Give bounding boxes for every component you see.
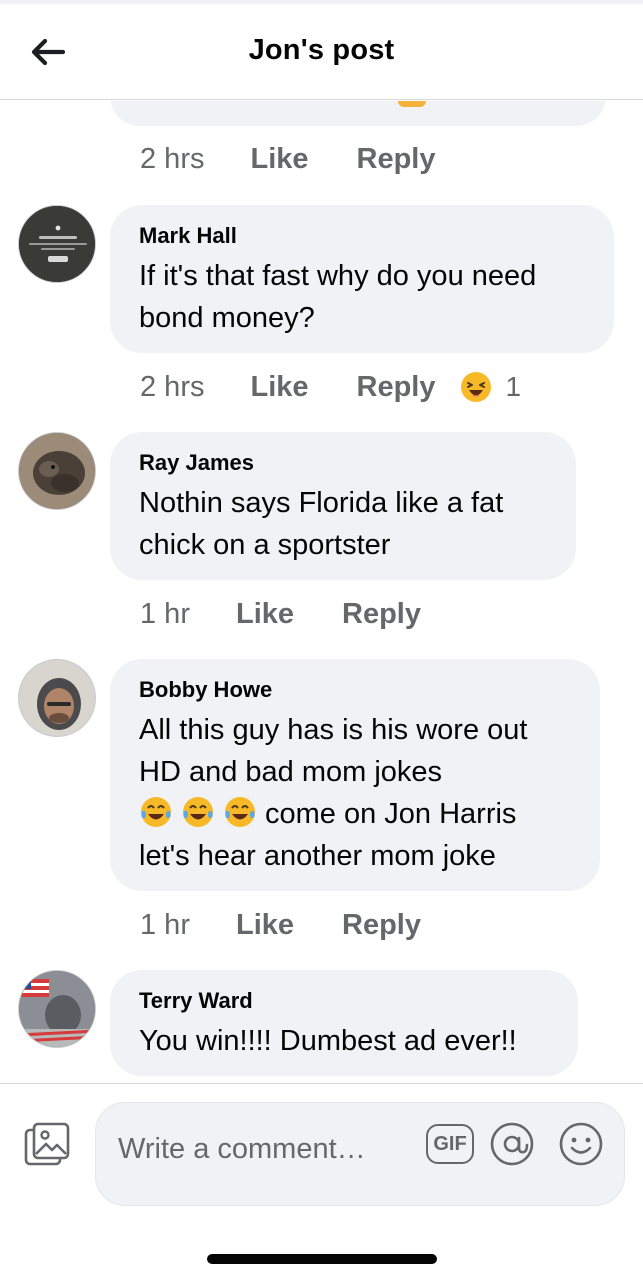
flag-photo-icon — [19, 971, 95, 1047]
page-title: Jon's post — [248, 34, 395, 66]
comment-feed[interactable]: 2 hrs Like Reply Mark Hall If it's that … — [0, 101, 643, 1083]
avatar[interactable] — [18, 205, 96, 283]
comment-text: Nothin says Florida like a fat chick on … — [139, 487, 504, 561]
sensitive-content-icon — [19, 206, 95, 282]
like-button[interactable]: Like — [250, 143, 308, 176]
comment-text: All this guy has is his wore out HD and … — [139, 709, 570, 877]
commenter-name[interactable]: Terry Ward — [139, 988, 548, 1014]
avatar[interactable] — [18, 970, 96, 1048]
photo-icon — [24, 1122, 70, 1166]
tears-of-joy-emoji-icon — [225, 797, 255, 827]
gif-button[interactable]: GIF — [426, 1124, 474, 1164]
comment-actions: 2 hrs Like Reply 1 — [140, 367, 521, 407]
reply-button[interactable]: Reply — [357, 143, 436, 176]
comment-text: You win!!!! Dumbest ad ever!! — [139, 1025, 517, 1057]
comment-input[interactable]: Write a comment… GIF — [95, 1102, 625, 1206]
reply-button[interactable]: Reply — [342, 598, 421, 631]
comment-bubble[interactable]: Terry Ward You win!!!! Dumbest ad ever!! — [110, 970, 578, 1076]
reaction-summary[interactable]: 1 — [460, 371, 522, 403]
reply-button[interactable]: Reply — [357, 371, 436, 404]
comment-line: All this guy has is his wore out — [139, 714, 528, 746]
reaction-count: 1 — [505, 371, 522, 402]
tears-of-joy-emoji-icon — [183, 797, 213, 827]
comment-time: 2 hrs — [140, 370, 205, 403]
comment-input-placeholder: Write a comment… — [118, 1133, 366, 1165]
commenter-name[interactable]: Ray James — [139, 450, 546, 476]
comment-line: let's hear another mom joke — [139, 840, 496, 872]
comment-text: If it's that fast why do you need bond m… — [139, 260, 537, 334]
commenter-name[interactable]: Bobby Howe — [139, 677, 570, 703]
commenter-name[interactable]: Mark Hall — [139, 223, 584, 249]
smiley-icon[interactable] — [558, 1121, 604, 1167]
emoji-icon — [398, 101, 426, 107]
tears-of-joy-emoji-icon — [141, 797, 171, 827]
comment-actions: 2 hrs Like Reply — [140, 139, 484, 179]
comment-time: 1 hr — [140, 597, 190, 630]
comment-bubble[interactable]: Bobby Howe All this guy has is his wore … — [110, 659, 600, 891]
top-bar: Jon's post — [0, 0, 643, 100]
add-photo-button[interactable] — [22, 1120, 74, 1170]
status-strip — [0, 0, 643, 4]
at-sign-icon[interactable] — [489, 1121, 535, 1167]
comment-bubble[interactable]: Ray James Nothin says Florida like a fat… — [110, 432, 576, 580]
comment-line: come on Jon Harris — [139, 793, 570, 835]
comment-time: 1 hr — [140, 908, 190, 941]
home-indicator[interactable] — [207, 1254, 437, 1264]
avatar[interactable] — [18, 659, 96, 737]
like-button[interactable]: Like — [236, 598, 294, 631]
like-button[interactable]: Like — [236, 909, 294, 942]
comment-actions: 1 hr Like Reply — [140, 594, 469, 634]
like-button[interactable]: Like — [250, 371, 308, 404]
laughing-emoji-icon — [460, 372, 491, 402]
dog-photo-icon — [19, 433, 95, 509]
person-photo-icon — [19, 660, 95, 736]
avatar[interactable] — [18, 432, 96, 510]
comment-time: 2 hrs — [140, 142, 205, 175]
comment-actions: 1 hr Like Reply — [140, 905, 469, 945]
comment-line-text: come on Jon Harris — [265, 798, 517, 830]
previous-comment-bubble — [110, 101, 606, 126]
comment-composer: Write a comment… GIF — [0, 1083, 643, 1280]
reply-button[interactable]: Reply — [342, 909, 421, 942]
comment-bubble[interactable]: Mark Hall If it's that fast why do you n… — [110, 205, 614, 353]
comment-line: HD and bad mom jokes — [139, 756, 443, 788]
